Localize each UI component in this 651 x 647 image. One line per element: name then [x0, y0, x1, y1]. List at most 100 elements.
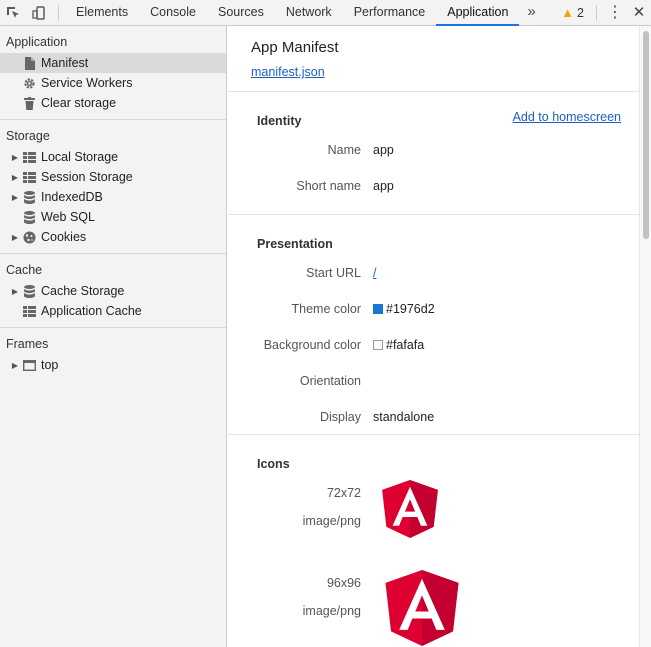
sidebar-item-session-storage[interactable]: ▶ Session Storage: [0, 167, 226, 187]
sidebar-section-frames: Frames ▶ top: [0, 328, 226, 381]
trash-icon: [22, 96, 37, 110]
tab-application[interactable]: Application: [436, 0, 520, 26]
sidebar-item-label: Local Storage: [41, 150, 119, 164]
sidebar-item-clear-storage[interactable]: Clear storage: [0, 93, 226, 113]
sidebar-item-label: Cache Storage: [41, 284, 125, 298]
section-heading: Icons: [257, 457, 290, 471]
sidebar-section-application: Application Manifest Service Workers Cle…: [0, 26, 226, 120]
device-toolbar-icon[interactable]: [26, 0, 52, 25]
icons-section: Icons 72x72 image/png 96x96 image/png: [228, 435, 639, 647]
sidebar-item-local-storage[interactable]: ▶ Local Storage: [0, 147, 226, 167]
field-key: Display: [320, 410, 361, 424]
sidebar-section-storage: Storage ▶ Local Storage ▶ Session Storag…: [0, 120, 226, 254]
orientation-row: Orientation: [228, 363, 639, 399]
sidebar-item-web-sql[interactable]: Web SQL: [0, 207, 226, 227]
scrollbar-thumb[interactable]: [643, 31, 649, 239]
sidebar-item-application-cache[interactable]: Application Cache: [0, 301, 226, 321]
gear-icon: [22, 76, 37, 90]
grid-icon: [22, 304, 37, 318]
field-value: app: [373, 179, 394, 193]
toolbar-divider: [596, 4, 597, 21]
field-key: Orientation: [299, 374, 361, 388]
manifest-link[interactable]: manifest.json: [251, 65, 325, 79]
database-icon: [22, 210, 37, 224]
expand-arrow-icon[interactable]: ▶: [10, 233, 20, 242]
theme-color-row: Theme color #1976d2: [228, 291, 639, 327]
field-key: Background color: [263, 338, 361, 352]
angular-logo-icon: [385, 570, 459, 646]
manifest-header: App Manifest manifest.json: [228, 26, 639, 92]
icon-entry: 96x96 image/png: [228, 565, 639, 647]
add-to-homescreen-link[interactable]: Add to homescreen: [513, 110, 621, 124]
expand-arrow-icon[interactable]: ▶: [10, 361, 20, 370]
page-title: App Manifest: [251, 39, 339, 56]
expand-arrow-icon[interactable]: ▶: [10, 173, 20, 182]
section-title: Application: [6, 35, 68, 49]
field-key: Start URL: [306, 266, 361, 280]
sidebar-section-cache: Cache ▶ Cache Storage Application Cache: [0, 254, 226, 328]
field-value: standalone: [373, 410, 435, 424]
section-title: Storage: [6, 129, 50, 143]
sidebar-item-indexeddb[interactable]: ▶ IndexedDB: [0, 187, 226, 207]
icon-size: 72x72: [326, 486, 361, 500]
color-swatch: [373, 304, 383, 314]
sidebar-item-label: Session Storage: [41, 170, 133, 184]
warnings-button[interactable]: ▲ 2: [555, 0, 590, 25]
sidebar-item-cache-storage[interactable]: ▶ Cache Storage: [0, 281, 226, 301]
section-title: Frames: [6, 337, 49, 351]
tab-network[interactable]: Network: [275, 0, 343, 25]
more-options-icon[interactable]: ⋮: [603, 0, 627, 25]
field-key: Name: [327, 143, 361, 157]
color-swatch: [373, 340, 383, 350]
field-value: #fafafa: [386, 338, 425, 352]
sidebar-item-service-workers[interactable]: Service Workers: [0, 73, 226, 93]
expand-arrow-icon[interactable]: ▶: [10, 287, 20, 296]
sidebar-item-label: top: [41, 358, 59, 372]
more-tabs-button[interactable]: »: [519, 0, 543, 25]
field-value: #1976d2: [386, 302, 435, 316]
presentation-section: Presentation Start URL / Theme color #19…: [228, 215, 639, 435]
sidebar-item-label: Service Workers: [41, 76, 133, 90]
angular-logo-icon: [382, 480, 438, 538]
expand-arrow-icon[interactable]: ▶: [10, 153, 20, 162]
database-icon: [22, 284, 37, 298]
frame-icon: [22, 358, 37, 372]
section-title: Cache: [6, 263, 43, 277]
identity-name-row: Name app: [228, 132, 639, 168]
icon-entry: 72x72 image/png: [228, 475, 639, 565]
start-url-link[interactable]: /: [373, 266, 376, 280]
tab-performance[interactable]: Performance: [343, 0, 437, 25]
field-value: app: [373, 143, 394, 157]
warning-count: 2: [577, 5, 584, 20]
sidebar-item-top-frame[interactable]: ▶ top: [0, 355, 226, 375]
sidebar-item-label: Clear storage: [41, 96, 117, 110]
sidebar-item-label: Manifest: [41, 56, 89, 70]
start-url-row: Start URL /: [228, 255, 639, 291]
sidebar-item-cookies[interactable]: ▶ Cookies: [0, 227, 226, 247]
vertical-scrollbar[interactable]: [639, 26, 651, 647]
field-key: Short name: [296, 179, 361, 193]
inspect-element-icon[interactable]: [0, 0, 26, 25]
identity-short-name-row: Short name app: [228, 168, 639, 204]
close-icon[interactable]: ✕: [627, 0, 651, 25]
tab-console[interactable]: Console: [139, 0, 207, 25]
tab-elements[interactable]: Elements: [65, 0, 139, 25]
warning-icon: ▲: [561, 5, 575, 20]
section-heading: Presentation: [257, 237, 333, 251]
sidebar-item-label: Application Cache: [41, 304, 142, 318]
document-icon: [22, 56, 37, 70]
background-color-row: Background color #fafafa: [228, 327, 639, 363]
cookie-icon: [22, 230, 37, 244]
devtools-toolbar: Elements Console Sources Network Perform…: [0, 0, 651, 26]
icon-type: image/png: [302, 604, 361, 618]
icon-type: image/png: [302, 514, 361, 528]
manifest-panel: App Manifest manifest.json Identity Add …: [228, 26, 639, 647]
expand-arrow-icon[interactable]: ▶: [10, 193, 20, 202]
sidebar-item-label: Web SQL: [41, 210, 95, 224]
tab-sources[interactable]: Sources: [207, 0, 275, 25]
sidebar-item-label: IndexedDB: [41, 190, 103, 204]
sidebar-item-manifest[interactable]: Manifest: [0, 53, 226, 73]
grid-icon: [22, 170, 37, 184]
field-key: Theme color: [291, 302, 361, 316]
toolbar-divider: [58, 4, 59, 21]
